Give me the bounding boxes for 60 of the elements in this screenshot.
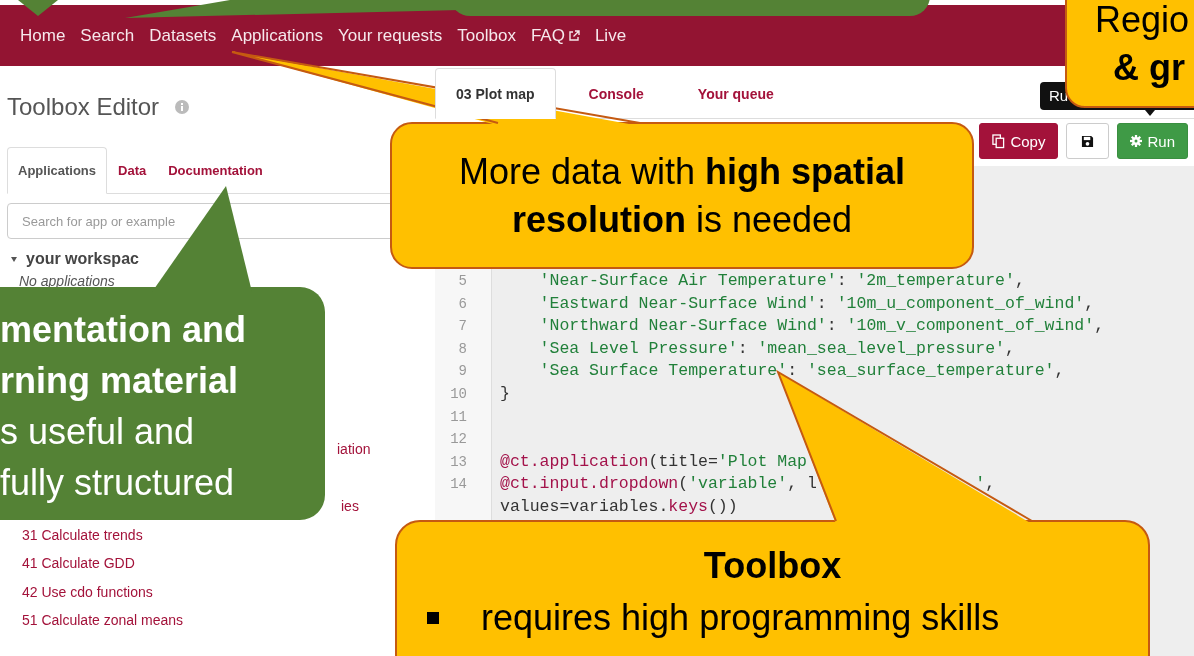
line-number: 7 bbox=[458, 318, 467, 335]
code-line: 'Sea Level Pressure': 'mean_sea_level_pressure', bbox=[538, 338, 1015, 358]
save-button[interactable] bbox=[1066, 123, 1110, 159]
run-button[interactable]: Run bbox=[1117, 123, 1188, 159]
line-number: 5 bbox=[458, 273, 467, 289]
example-link[interactable]: 42 Use cdo functions bbox=[22, 577, 153, 606]
callout-pointer bbox=[18, 0, 58, 16]
line-number: 12 bbox=[450, 431, 467, 448]
workspace-label: your workspac bbox=[26, 250, 139, 268]
line-number: 14 bbox=[450, 476, 467, 493]
nav-link[interactable]: Home bbox=[20, 25, 66, 46]
nav-link[interactable]: Toolbox bbox=[457, 25, 516, 46]
code-line: @ct.application(title='Plot Map bbox=[500, 451, 807, 471]
copy-button[interactable]: Copy bbox=[979, 123, 1059, 159]
code-line: 'Northward Near-Surface Wind': '10m_v_component_of_wind', bbox=[538, 316, 1105, 336]
panel-tab[interactable]: Applications bbox=[7, 147, 107, 194]
panel-tab[interactable]: Data bbox=[107, 147, 158, 194]
line-number: 8 bbox=[458, 340, 467, 357]
line-number: 6 bbox=[458, 295, 467, 312]
callout-text: Regio bbox=[1094, 0, 1191, 42]
code-line: 'Sea Surface Temperature': 'sea_surface_temperature', bbox=[538, 361, 1065, 381]
save-icon bbox=[1081, 134, 1095, 148]
nav-link[interactable]: Your requests bbox=[338, 25, 443, 46]
code-line: 'Near-Surface Air Temperature': '2m_temperature', bbox=[538, 271, 1025, 290]
copy-icon bbox=[992, 133, 1006, 149]
example-link[interactable]: iation bbox=[337, 435, 371, 464]
editor-tab[interactable]: Console bbox=[567, 68, 665, 119]
example-link[interactable]: 31 Calculate trends bbox=[22, 520, 143, 549]
nav-link[interactable]: Applications bbox=[231, 25, 323, 46]
example-link[interactable]: 41 Calculate GDD bbox=[22, 549, 135, 578]
callout-text: requires high programming skills bbox=[481, 596, 1000, 640]
line-number: 10 bbox=[450, 385, 467, 402]
nav-link[interactable]: Datasets bbox=[149, 25, 217, 46]
code-line: @ct.input.dropdown('variable', l ', bbox=[500, 474, 996, 494]
example-link[interactable]: 51 Calculate zonal means bbox=[22, 606, 184, 635]
panel-tab[interactable]: Documentation bbox=[157, 147, 274, 194]
code-line: } bbox=[500, 383, 510, 403]
empty-note: No applications bbox=[18, 272, 115, 290]
line-number: 9 bbox=[458, 363, 467, 380]
example-link[interactable]: ies bbox=[341, 492, 359, 521]
callout-title: Toolbox bbox=[702, 544, 843, 588]
editor-tab[interactable]: Your queue bbox=[676, 68, 795, 119]
workspace-toggle[interactable]: your workspac bbox=[7, 249, 139, 269]
nav-link[interactable]: Search bbox=[80, 25, 135, 46]
callout-text: rning material bbox=[0, 359, 240, 403]
nav-link[interactable]: FAQ bbox=[530, 25, 580, 46]
code-line: values=variables.keys()) bbox=[500, 496, 738, 516]
callout-text: s useful and bbox=[0, 410, 196, 454]
bullet-icon bbox=[427, 612, 439, 624]
line-number: 11 bbox=[450, 408, 467, 425]
editor-title: Toolbox Editor bbox=[7, 93, 160, 121]
callout-text: fully structured bbox=[0, 461, 236, 505]
code-line: 'Eastward Near-Surface Wind': '10m_u_component_of_wind', bbox=[538, 293, 1095, 313]
editor-tab[interactable]: 03 Plot map bbox=[435, 68, 556, 119]
callout-text: mentation and bbox=[0, 308, 247, 352]
line-number: 13 bbox=[450, 453, 467, 470]
external-link-icon bbox=[567, 29, 580, 42]
callout-text: More data with high spatial resolution is needed bbox=[457, 149, 907, 242]
nav-link[interactable]: Live bbox=[594, 25, 627, 46]
gear-icon bbox=[1130, 135, 1143, 147]
